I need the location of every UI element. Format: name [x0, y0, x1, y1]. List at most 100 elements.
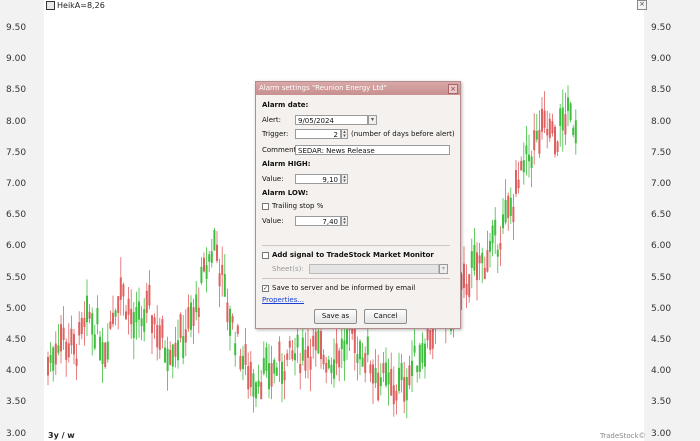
candle-body — [190, 302, 192, 330]
chart-close-icon[interactable]: × — [637, 0, 647, 10]
save-as-button[interactable]: Save as — [314, 309, 357, 324]
candle-body — [392, 385, 395, 405]
candle-body — [405, 377, 408, 401]
candle-body — [294, 353, 296, 361]
candle-body — [197, 307, 200, 317]
candle-body — [125, 311, 127, 320]
candle-body — [424, 343, 426, 367]
candle-body — [385, 362, 387, 386]
dialog-titlebar[interactable]: Alarm settings "Reunion Energy Ltd" × — [256, 82, 460, 95]
candle-body — [213, 229, 216, 251]
candle-body — [543, 110, 546, 128]
alarm-date-heading: Alarm date: — [262, 101, 309, 109]
candle-body — [463, 263, 465, 288]
alert-date-field[interactable]: 9/05/2024 — [295, 115, 368, 125]
candle-body — [158, 325, 161, 350]
candle-body — [192, 307, 195, 326]
comment-field[interactable]: SEDAR: News Release — [295, 145, 450, 155]
candle-body — [86, 295, 88, 323]
candle-body — [130, 308, 133, 325]
candle-body — [301, 337, 304, 361]
candle-body — [257, 380, 260, 387]
candle-body — [200, 266, 203, 283]
candle-body — [221, 264, 224, 275]
date-dropdown-icon[interactable]: ▾ — [368, 115, 377, 125]
candle-body — [244, 344, 247, 365]
candle-body — [226, 302, 229, 323]
candle-body — [314, 331, 317, 351]
candle-body — [408, 365, 411, 386]
candle-body — [210, 251, 213, 263]
candle-body — [153, 317, 156, 325]
candle-body — [143, 309, 146, 332]
candle-body — [413, 345, 416, 353]
brand-label: TradeStock© — [600, 432, 646, 440]
trigger-field[interactable]: 2 — [295, 129, 341, 139]
candle-body — [205, 265, 208, 279]
cancel-button[interactable]: Cancel — [364, 309, 407, 324]
candle-body — [561, 107, 564, 131]
candle-body — [288, 341, 291, 348]
candle-body — [564, 114, 567, 135]
candle-body — [260, 382, 263, 400]
candle-body — [203, 257, 205, 272]
candle-body — [262, 358, 265, 374]
candle-body — [535, 130, 538, 140]
low-value-row: Value: 7,40 ▴ ▾ — [262, 216, 348, 226]
candle-body — [135, 307, 138, 323]
candle-body — [99, 336, 101, 361]
candle-body — [567, 97, 569, 111]
candle-body — [112, 312, 114, 325]
candle-body — [229, 308, 231, 336]
candle-body — [291, 350, 294, 360]
trigger-stepper-icon[interactable]: ▴ ▾ — [341, 129, 348, 139]
candle-body — [166, 348, 169, 372]
sheet-dropdown-icon[interactable]: ▾ — [439, 264, 448, 274]
candle-body — [473, 244, 476, 271]
candle-body — [559, 108, 562, 127]
candle-body — [236, 325, 239, 334]
candle-body — [541, 108, 543, 132]
high-value-field[interactable]: 9,10 — [295, 174, 341, 184]
sheet-select[interactable] — [309, 264, 439, 274]
trailing-stop-checkbox[interactable] — [262, 202, 269, 210]
candle-body — [551, 121, 554, 134]
candle-body — [47, 357, 49, 376]
low-value-field[interactable]: 7,40 — [295, 216, 341, 226]
candle-body — [309, 356, 312, 370]
candle-body — [101, 342, 104, 364]
candle-body — [283, 371, 286, 381]
candle-body — [333, 359, 335, 379]
low-value-stepper-icon[interactable]: ▴ ▾ — [341, 216, 348, 226]
candle-body — [512, 206, 515, 223]
candle-body — [515, 170, 517, 194]
candle-body — [338, 350, 341, 368]
candle-body — [369, 364, 372, 374]
high-value-stepper-icon[interactable]: ▴ ▾ — [341, 174, 348, 184]
candle-body — [356, 354, 359, 363]
candle-body — [307, 346, 309, 358]
candle-body — [169, 349, 172, 365]
save-server-checkbox[interactable]: ✓ — [262, 284, 269, 292]
candle-body — [364, 353, 367, 373]
candle-body — [179, 314, 182, 338]
indicator-box-icon[interactable] — [46, 1, 55, 10]
candle-body — [509, 197, 512, 216]
alert-row: Alert: 9/05/2024 ▾ — [262, 115, 377, 125]
candle-body — [496, 249, 499, 257]
candle-body — [119, 277, 122, 300]
candle-body — [286, 353, 289, 360]
candle-body — [502, 214, 504, 229]
market-monitor-checkbox[interactable] — [262, 251, 269, 259]
candle-body — [60, 324, 62, 352]
candle-body — [117, 296, 120, 313]
candle-body — [494, 219, 497, 236]
candle-body — [247, 366, 250, 390]
dialog-close-icon[interactable]: × — [448, 84, 458, 94]
separator — [262, 278, 450, 279]
candle-body — [379, 377, 382, 387]
candle-body — [403, 377, 406, 402]
dialog-title: Alarm settings "Reunion Energy Ltd" — [259, 84, 387, 92]
properties-link[interactable]: Properties... — [262, 296, 304, 304]
candle-body — [398, 367, 400, 391]
